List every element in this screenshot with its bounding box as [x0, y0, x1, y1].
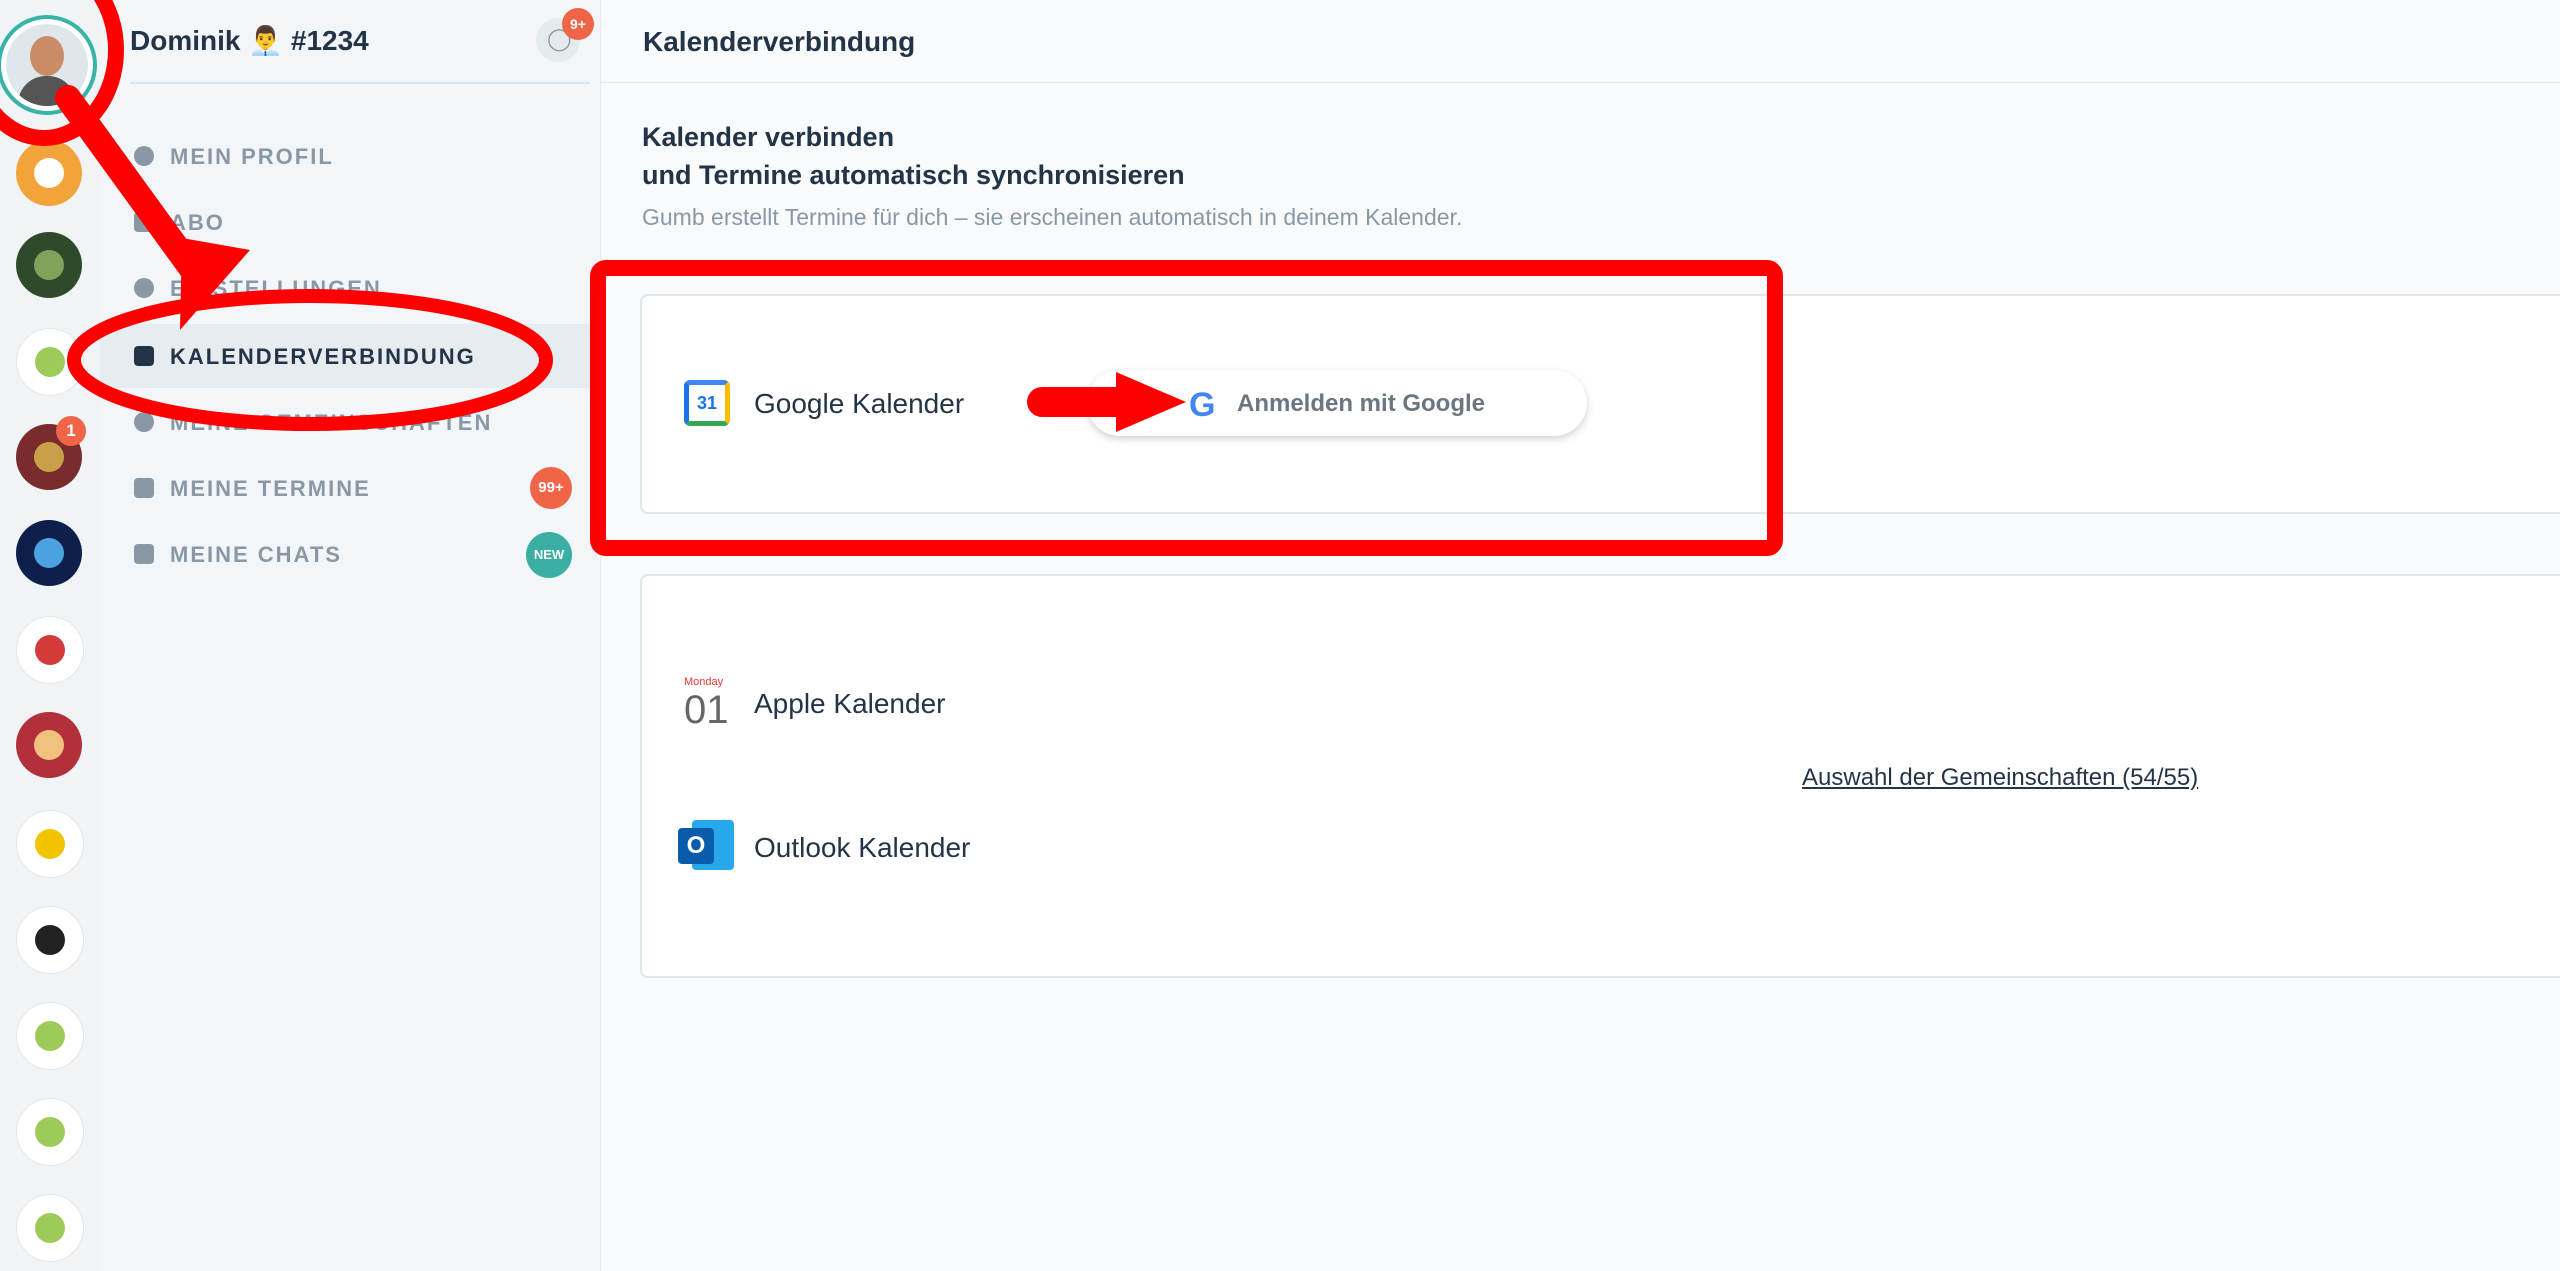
notifications-badge: 9+ [562, 8, 594, 40]
google-signin-button[interactable]: G Anmelden mit Google [1087, 370, 1587, 436]
sidebar-item-label: MEIN PROFIL [170, 144, 334, 169]
sidebar-item-label: MEINE CHATS [170, 542, 342, 567]
sidebar-item-label: KALENDERVERBINDUNG [170, 344, 476, 369]
section-subtitle: Gumb erstellt Termine für dich – sie ers… [642, 204, 1463, 230]
community-avatar[interactable] [16, 140, 82, 206]
other-calendars-card: Monday 01 Apple Kalender O Outlook Kalen… [640, 574, 2560, 978]
sidebar-item-abo[interactable]: ABO [100, 190, 600, 254]
sidebar-item-meine-termine[interactable]: MEINE TERMINE 99+ [100, 456, 600, 520]
community-rail: 1 [0, 0, 101, 1271]
sidebar-item-mein-profil[interactable]: MEIN PROFIL [100, 124, 600, 188]
gear-icon [134, 278, 154, 298]
google-calendar-icon: 31 [684, 380, 730, 426]
sidebar-item-label: ABO [170, 210, 225, 235]
google-calendar-label: Google Kalender [754, 388, 965, 419]
sidebar-item-kalenderverbindung[interactable]: KALENDERVERBINDUNG [100, 324, 600, 388]
user-avatar[interactable] [6, 24, 88, 106]
community-avatar[interactable] [16, 712, 82, 778]
google-icon: G [1189, 386, 1216, 424]
community-avatar[interactable] [16, 906, 84, 974]
card-icon [134, 212, 154, 232]
community-avatar[interactable] [16, 1002, 84, 1070]
apple-calendar-icon: Monday 01 [684, 676, 734, 732]
sidebar-item-label: EINSTELLUNGEN [170, 276, 382, 301]
sidebar-item-label: MEINE GEMEINSCHAFTEN [170, 410, 493, 435]
topbar: Kalenderverbindung [601, 0, 2560, 83]
user-name: Dominik 👨‍💼 #1234 [130, 25, 369, 56]
community-avatar[interactable] [16, 1194, 84, 1262]
communities-selection-link[interactable]: Auswahl der Gemeinschaften (54/55) [1802, 764, 2198, 792]
sidebar-divider [130, 82, 590, 84]
calendar-icon [134, 478, 154, 498]
heading-line-1: Kalender verbinden [642, 122, 895, 152]
community-avatar[interactable] [16, 1098, 84, 1166]
section-heading: Kalender verbinden und Termine automatis… [642, 118, 1185, 194]
calendar-icon [134, 346, 154, 366]
apple-calendar-day: Monday [684, 676, 724, 688]
sidebar-item-meine-gemeinschaften[interactable]: MEINE GEMEINSCHAFTEN [100, 390, 600, 454]
google-signin-label: Anmelden mit Google [1237, 390, 1486, 417]
profile-sidebar: Dominik 👨‍💼 #1234 ◯ 9+ MEIN PROFIL ABO E… [100, 0, 601, 1271]
unread-badge: 1 [56, 416, 86, 446]
sidebar-item-label: MEINE TERMINE [170, 476, 371, 501]
apple-calendar-label[interactable]: Apple Kalender [754, 688, 945, 720]
outlook-icon: O [674, 816, 736, 874]
sidebar-item-einstellungen[interactable]: EINSTELLUNGEN [100, 256, 600, 320]
community-avatar[interactable] [16, 328, 84, 396]
google-calendar-card: 31 Google Kalender G Anmelden mit Google [640, 294, 2560, 514]
heading-line-2: und Termine automatisch synchronisieren [642, 160, 1185, 190]
community-avatar[interactable] [16, 810, 84, 878]
group-icon [134, 412, 154, 432]
apple-calendar-number: 01 [684, 688, 729, 732]
chat-icon [134, 544, 154, 564]
person-icon [134, 146, 154, 166]
community-avatar[interactable] [16, 616, 84, 684]
notifications-button[interactable]: ◯ 9+ [536, 8, 594, 62]
termine-badge: 99+ [530, 467, 572, 509]
community-avatar[interactable] [16, 520, 82, 586]
page-title: Kalenderverbindung [643, 26, 916, 57]
sidebar-item-meine-chats[interactable]: MEINE CHATS NEW [100, 522, 600, 586]
outlook-calendar-label[interactable]: Outlook Kalender [754, 832, 970, 864]
new-badge: NEW [526, 532, 572, 578]
community-avatar[interactable] [16, 232, 82, 298]
